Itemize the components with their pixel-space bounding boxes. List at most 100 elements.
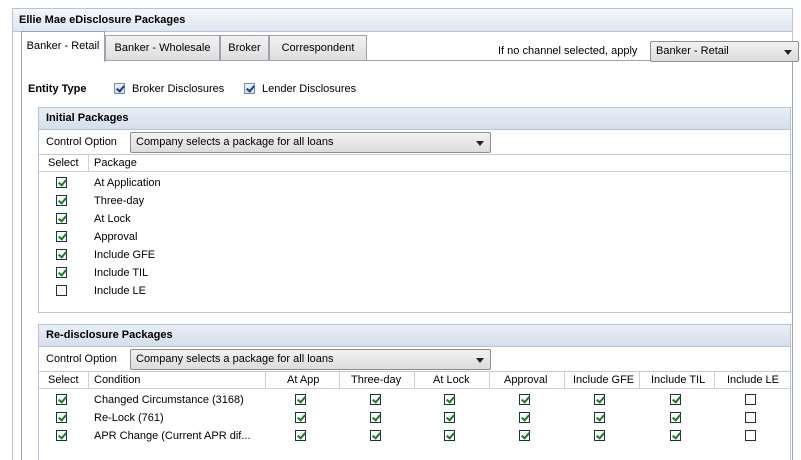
include-gfe-checkbox[interactable]	[594, 394, 605, 405]
three-day-checkbox[interactable]	[370, 394, 381, 405]
table-row: Include TIL	[39, 264, 790, 282]
package-name: Three-day	[94, 195, 145, 207]
table-row: Three-day	[39, 192, 790, 210]
initial-packages-title: Initial Packages	[39, 108, 790, 130]
include-til-checkbox[interactable]	[670, 430, 681, 441]
table-row: Approval	[39, 228, 790, 246]
tab-correspondent[interactable]: Correspondent	[269, 35, 367, 61]
include-til-checkbox[interactable]	[670, 394, 681, 405]
at-lock-checkbox[interactable]	[444, 430, 455, 441]
redisclosure-control-option-row: Control Option Company selects a package…	[39, 347, 790, 372]
initial-grid-rows: At Application Three-day At Lock Approva…	[39, 172, 790, 300]
include-le-checkbox[interactable]	[745, 430, 756, 441]
at-app-checkbox[interactable]	[295, 412, 306, 423]
chevron-down-icon	[476, 141, 484, 146]
package-name: Include LE	[94, 285, 146, 297]
table-row: At Lock	[39, 210, 790, 228]
package-name: Include GFE	[94, 249, 156, 261]
table-row: Re-Lock (761)	[39, 409, 790, 427]
col-include-le: Include LE	[727, 374, 779, 386]
table-row: At Application	[39, 174, 790, 192]
condition-name: Changed Circumstance (3168)	[94, 394, 244, 406]
tab-banker-wholesale[interactable]: Banker - Wholesale	[105, 35, 220, 61]
condition-name: APR Change (Current APR dif...	[94, 430, 251, 442]
column-divider	[88, 155, 89, 171]
table-row: Include GFE	[39, 246, 790, 264]
lender-disclosures-checkbox[interactable]	[244, 83, 255, 94]
table-row: Include LE	[39, 282, 790, 300]
at-lock-checkbox[interactable]	[444, 412, 455, 423]
column-divider	[414, 372, 415, 388]
col-package: Package	[94, 157, 137, 169]
three-day-checkbox[interactable]	[370, 430, 381, 441]
chevron-down-icon	[784, 50, 792, 55]
package-name: At Application	[94, 177, 161, 189]
approval-checkbox[interactable]	[519, 412, 530, 423]
select-checkbox[interactable]	[56, 412, 67, 423]
col-approval: Approval	[504, 374, 548, 386]
lender-disclosures-label: Lender Disclosures	[262, 83, 357, 95]
tab-broker[interactable]: Broker	[220, 35, 269, 61]
include-gfe-checkbox[interactable]	[594, 430, 605, 441]
select-checkbox[interactable]	[56, 285, 67, 296]
initial-grid-header: Select Package	[39, 155, 790, 172]
col-condition: Condition	[94, 374, 141, 386]
tab-banker-retail[interactable]: Banker - Retail	[21, 31, 105, 62]
default-channel-value: Banker - Retail	[656, 45, 729, 57]
column-divider	[88, 372, 89, 388]
include-til-checkbox[interactable]	[670, 412, 681, 423]
col-include-gfe: Include GFE	[573, 374, 635, 386]
redisclosure-packages-section: Re-disclosure Packages Control Option Co…	[38, 324, 791, 460]
redisclosure-control-option-select[interactable]: Company selects a package for all loans	[130, 349, 491, 370]
column-divider	[265, 372, 266, 388]
col-select: Select	[48, 374, 79, 386]
initial-control-option-value: Company selects a package for all loans	[136, 136, 334, 148]
at-app-checkbox[interactable]	[295, 394, 306, 405]
select-checkbox[interactable]	[56, 267, 67, 278]
col-three-day: Three-day	[351, 374, 402, 386]
col-select: Select	[48, 157, 79, 169]
select-checkbox[interactable]	[56, 394, 67, 405]
package-name: Include TIL	[94, 267, 149, 279]
column-divider	[339, 372, 340, 388]
initial-control-option-select[interactable]: Company selects a package for all loans	[130, 132, 491, 153]
redisclosure-packages-title: Re-disclosure Packages	[39, 325, 790, 347]
col-at-app: At App	[287, 374, 320, 386]
col-include-til: Include TIL	[651, 374, 706, 386]
initial-control-option-row: Control Option Company selects a package…	[39, 130, 790, 155]
condition-name: Re-Lock (761)	[94, 412, 164, 424]
package-name: Approval	[94, 231, 138, 243]
select-checkbox[interactable]	[56, 231, 67, 242]
chevron-down-icon	[476, 358, 484, 363]
at-app-checkbox[interactable]	[295, 430, 306, 441]
include-le-checkbox[interactable]	[745, 394, 756, 405]
include-le-checkbox[interactable]	[745, 412, 756, 423]
column-divider	[564, 372, 565, 388]
col-at-lock: At Lock	[433, 374, 470, 386]
select-checkbox[interactable]	[56, 195, 67, 206]
broker-disclosures-label: Broker Disclosures	[132, 83, 225, 95]
broker-disclosures-checkbox[interactable]	[114, 83, 125, 94]
table-row: APR Change (Current APR dif...	[39, 427, 790, 445]
approval-checkbox[interactable]	[519, 430, 530, 441]
column-divider	[639, 372, 640, 388]
at-lock-checkbox[interactable]	[444, 394, 455, 405]
redisclosure-grid-header: Select Condition At App Three-day At Loc…	[39, 372, 790, 389]
select-checkbox[interactable]	[56, 213, 67, 224]
default-channel-select[interactable]: Banker - Retail	[650, 41, 799, 62]
redisclosure-control-option-label: Control Option	[46, 353, 117, 365]
column-divider	[714, 372, 715, 388]
package-name: At Lock	[94, 213, 131, 225]
redisclosure-grid-rows: Changed Circumstance (3168) Re-Lock (761…	[39, 389, 790, 445]
include-gfe-checkbox[interactable]	[594, 412, 605, 423]
panel-title: Ellie Mae eDisclosure Packages	[13, 9, 792, 32]
table-row: Changed Circumstance (3168)	[39, 391, 790, 409]
default-channel-label: If no channel selected, apply	[498, 45, 638, 57]
initial-packages-section: Initial Packages Control Option Company …	[38, 107, 791, 313]
select-checkbox[interactable]	[56, 249, 67, 260]
approval-checkbox[interactable]	[519, 394, 530, 405]
redisclosure-control-option-value: Company selects a package for all loans	[136, 353, 334, 365]
three-day-checkbox[interactable]	[370, 412, 381, 423]
select-checkbox[interactable]	[56, 177, 67, 188]
select-checkbox[interactable]	[56, 430, 67, 441]
